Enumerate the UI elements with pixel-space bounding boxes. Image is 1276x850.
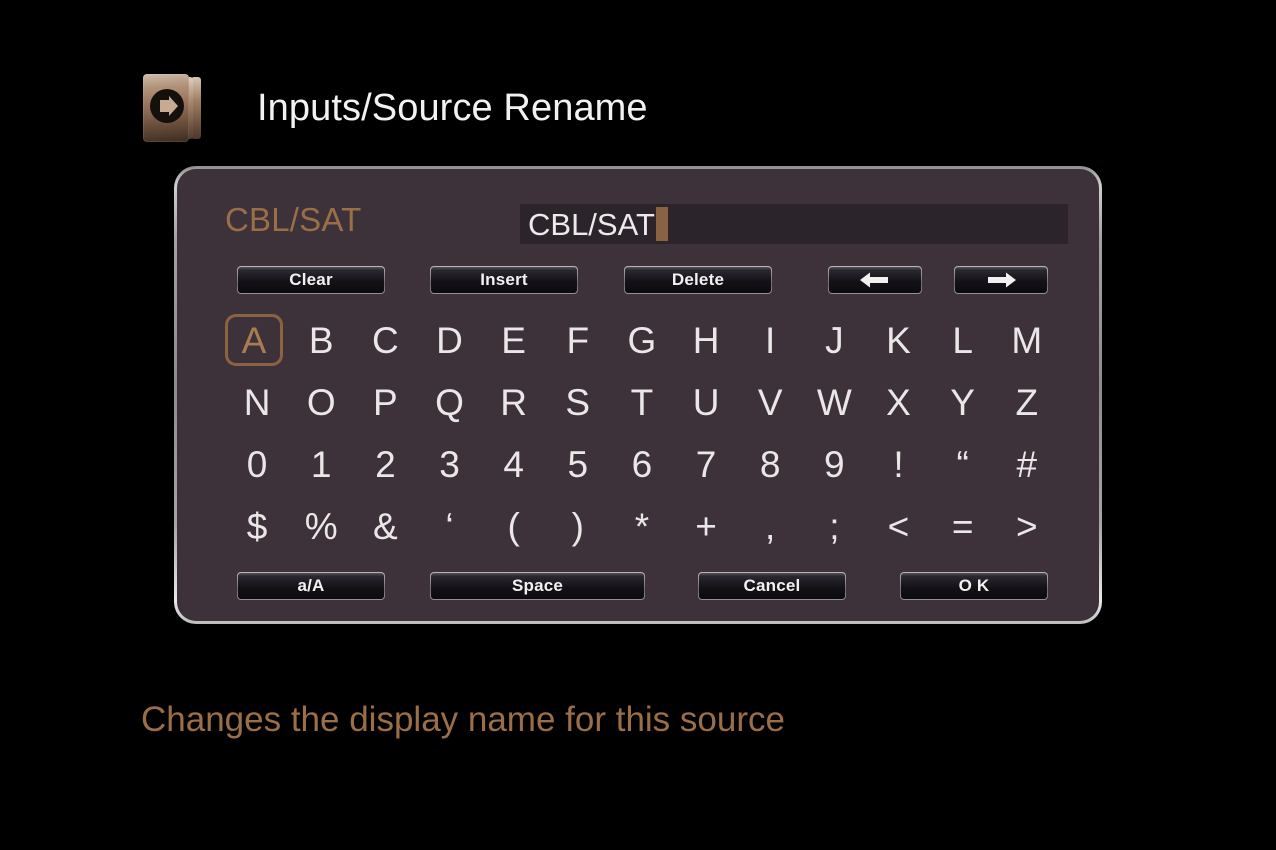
source-name-input[interactable]: CBL/SAT	[520, 204, 1068, 244]
cursor-left-button[interactable]	[828, 266, 922, 294]
key-Q[interactable]: Q	[417, 376, 481, 428]
key-8[interactable]: 8	[738, 438, 802, 490]
keyboard-row: 0 1 2 3 4 5 6 7 8 9! “#	[225, 433, 1059, 495]
rename-dialog: CBL/SAT CBL/SAT Clear Insert Delete A B …	[174, 166, 1102, 624]
key-E[interactable]: E	[482, 314, 546, 366]
key-D[interactable]: D	[417, 314, 481, 366]
help-caption: Changes the display name for this source	[141, 700, 785, 739]
key-3[interactable]: 3	[417, 438, 481, 490]
key-#[interactable]: #	[995, 438, 1059, 490]
key-([interactable]: (	[482, 500, 546, 552]
key-K[interactable]: K	[866, 314, 930, 366]
key-O[interactable]: O	[289, 376, 353, 428]
clear-button-label: Clear	[238, 267, 384, 293]
key-+[interactable]: +	[674, 500, 738, 552]
source-name-input-value: CBL/SAT	[528, 206, 655, 242]
key-=[interactable]: =	[931, 500, 995, 552]
key-7[interactable]: 7	[674, 438, 738, 490]
space-button[interactable]: Space	[430, 572, 645, 600]
keyboard-row: ABCDEFGHIJKLM	[225, 309, 1059, 371]
key-4[interactable]: 4	[482, 438, 546, 490]
key-)[interactable]: )	[546, 500, 610, 552]
arrow-left-icon	[860, 272, 888, 288]
key-1[interactable]: 1	[289, 438, 353, 490]
key-9[interactable]: 9	[802, 438, 866, 490]
rename-dialog-body: CBL/SAT CBL/SAT Clear Insert Delete A B …	[177, 169, 1099, 621]
page-title: Inputs/Source Rename	[257, 87, 648, 129]
key-I[interactable]: I	[738, 314, 802, 366]
key-R[interactable]: R	[482, 376, 546, 428]
cancel-button[interactable]: Cancel	[698, 572, 846, 600]
delete-button-label: Delete	[625, 267, 771, 293]
key-Y[interactable]: Y	[931, 376, 995, 428]
key-‘[interactable]: ‘	[417, 500, 481, 552]
key-“[interactable]: “	[931, 438, 995, 490]
key-C[interactable]: C	[353, 314, 417, 366]
key-L[interactable]: L	[931, 314, 995, 366]
key-N[interactable]: N	[225, 376, 289, 428]
key-A[interactable]: A	[225, 314, 283, 366]
ok-button-label: O K	[901, 573, 1047, 599]
keyboard-row: NOPQRSTUVWXYZ	[225, 371, 1059, 433]
key->[interactable]: >	[995, 500, 1059, 552]
cursor-right-button-inner	[955, 267, 1047, 293]
character-keyboard[interactable]: A B C D E F G H I J K L M N O P Q R S T U V W X Y Z 0 1 2 3 4 5 6 7 8 9! “# $…	[225, 309, 1059, 557]
keyboard-row: $% & ‘() * +,; < = >	[225, 495, 1059, 557]
key-H[interactable]: H	[674, 314, 738, 366]
key-P[interactable]: P	[353, 376, 417, 428]
text-caret	[655, 207, 668, 241]
key-V[interactable]: V	[738, 376, 802, 428]
key-<[interactable]: <	[866, 500, 930, 552]
key-0[interactable]: 0	[225, 438, 289, 490]
key-5[interactable]: 5	[546, 438, 610, 490]
key-T[interactable]: T	[610, 376, 674, 428]
key-X[interactable]: X	[866, 376, 930, 428]
key-Z[interactable]: Z	[995, 376, 1059, 428]
key-;[interactable]: ;	[802, 500, 866, 552]
key-G[interactable]: G	[610, 314, 674, 366]
cursor-right-button[interactable]	[954, 266, 1048, 294]
page-header: Inputs/Source Rename	[141, 72, 648, 144]
key-B[interactable]: B	[289, 314, 353, 366]
cancel-button-label: Cancel	[699, 573, 845, 599]
key-&[interactable]: &	[353, 500, 417, 552]
insert-button[interactable]: Insert	[430, 266, 578, 294]
cursor-left-button-inner	[829, 267, 921, 293]
arrow-right-circle-icon	[150, 89, 184, 123]
inputs-source-arrow-icon	[141, 72, 219, 144]
key-2[interactable]: 2	[353, 438, 417, 490]
key-,[interactable]: ,	[738, 500, 802, 552]
delete-button[interactable]: Delete	[624, 266, 772, 294]
key-M[interactable]: M	[995, 314, 1059, 366]
key-%[interactable]: %	[289, 500, 353, 552]
key-S[interactable]: S	[546, 376, 610, 428]
key-W[interactable]: W	[802, 376, 866, 428]
key-U[interactable]: U	[674, 376, 738, 428]
ok-button[interactable]: O K	[900, 572, 1048, 600]
clear-button[interactable]: Clear	[237, 266, 385, 294]
arrow-right-icon	[988, 272, 1016, 288]
insert-button-label: Insert	[431, 267, 577, 293]
key-*[interactable]: *	[610, 500, 674, 552]
case-toggle-button[interactable]: a/A	[237, 572, 385, 600]
key-6[interactable]: 6	[610, 438, 674, 490]
key-$[interactable]: $	[225, 500, 289, 552]
case-toggle-button-label: a/A	[238, 573, 384, 599]
source-name-label: CBL/SAT	[225, 201, 362, 238]
space-button-label: Space	[431, 573, 644, 599]
key-F[interactable]: F	[546, 314, 610, 366]
key-![interactable]: !	[866, 438, 930, 490]
key-J[interactable]: J	[802, 314, 866, 366]
